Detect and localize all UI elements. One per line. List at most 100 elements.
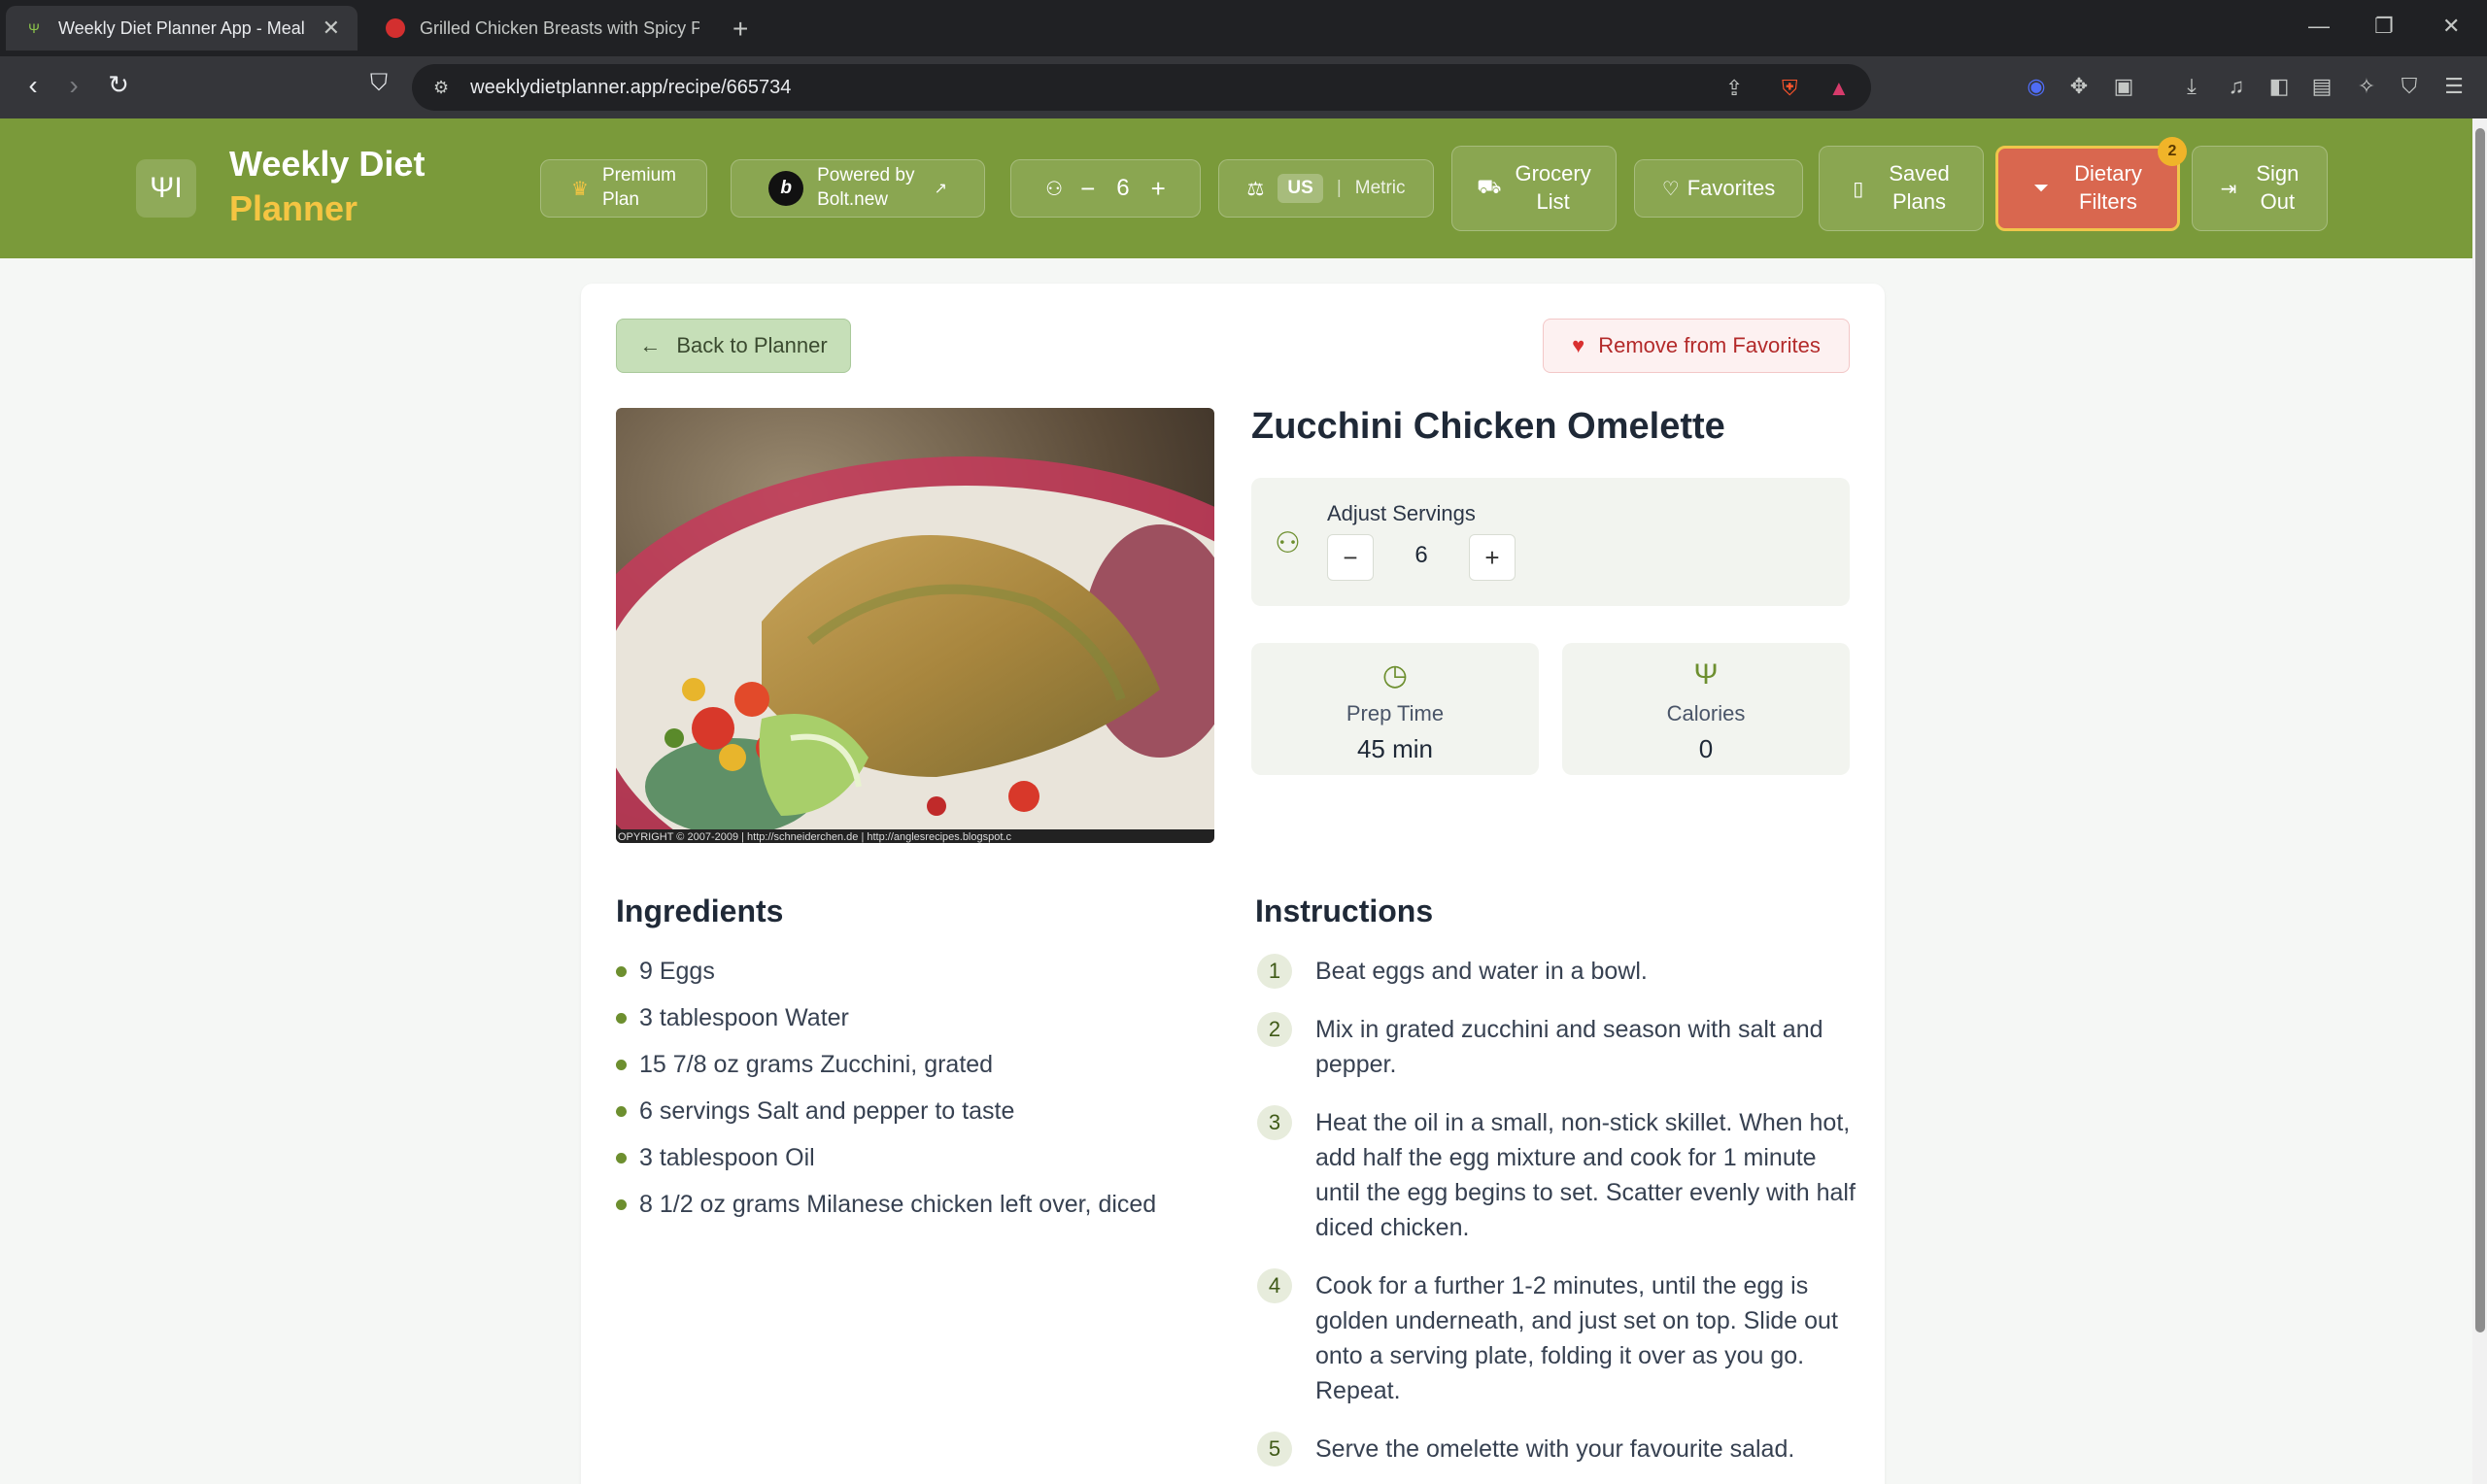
site-info-icon[interactable]: ⚙ [433, 78, 449, 98]
utensils-icon: Ψ [1693, 658, 1719, 691]
forward-icon[interactable]: › [56, 70, 91, 101]
app-header: ΨΙ Weekly Diet Planner ♛ Premium Plan b P… [0, 118, 2472, 258]
instruction-step: 1 Beat eggs and water in a bowl. [1257, 954, 1856, 989]
dietary-filters-button[interactable]: ⏷ Dietary Filters 2 [1995, 137, 2187, 231]
recipe-title: Zucchini Chicken Omelette [1251, 406, 1725, 447]
step-text: Cook for a further 1-2 minutes, until th… [1315, 1272, 1838, 1404]
increase-servings-button[interactable]: + [1469, 534, 1516, 581]
people-icon: ⚇ [1275, 527, 1301, 559]
extension-circle-icon[interactable]: ◉ [2023, 74, 2050, 101]
favorites-label: Favorites [1686, 176, 1776, 200]
step-number: 1 [1257, 954, 1292, 989]
calories-label: Calories [1666, 701, 1746, 725]
utensils-logo-icon[interactable]: ΨΙ [136, 159, 196, 218]
dietary-filters-count-badge: 2 [2158, 137, 2187, 166]
dietary-label: Dietary [2074, 161, 2142, 186]
reload-icon[interactable]: ↻ [101, 70, 136, 100]
ingredients-heading: Ingredients [616, 894, 784, 928]
planner-favicon-icon: Ψ [28, 20, 40, 36]
powered-by-label: Powered by [817, 165, 915, 186]
remove-from-favorites-button[interactable]: ♥ Remove from Favorites [1543, 319, 1850, 373]
unit-us-button[interactable]: US [1278, 174, 1323, 203]
tab-title: Grilled Chicken Breasts with Spicy Pe [420, 17, 699, 38]
url-text: weeklydietplanner.app/recipe/665734 [470, 76, 792, 98]
restore-icon[interactable]: ❐ [2374, 14, 2394, 39]
back-to-planner-button[interactable]: ← Back to Planner [616, 319, 851, 373]
media-icon[interactable]: ♫ [2223, 74, 2250, 101]
wallet-icon[interactable]: ▤ [2308, 74, 2335, 101]
filter-icon: ⏷ [2033, 177, 2050, 199]
servings-value: 6 [1414, 542, 1428, 568]
recipe-photo: OPYRIGHT © 2007-2009 | http://schneiderc… [616, 408, 1214, 843]
reader-mode-icon[interactable]: ▣ [2110, 74, 2137, 101]
address-bar[interactable]: ⚙ weeklydietplanner.app/recipe/665734 [412, 64, 1871, 111]
back-icon[interactable]: ‹ [16, 70, 51, 101]
bolt-logo-icon: b [768, 171, 804, 206]
window-close-icon[interactable]: ✕ [2442, 14, 2460, 39]
header-servings-stepper: ⚇ − 6 + [1010, 159, 1201, 218]
bolt-label: Bolt.new [817, 189, 888, 210]
grocery-label: Grocery [1515, 161, 1591, 186]
step-number: 5 [1257, 1432, 1292, 1467]
step-text: Heat the oil in a small, non-stick skill… [1315, 1109, 1856, 1241]
close-tab-icon[interactable]: ✕ [323, 16, 340, 41]
heart-filled-icon: ♥ [1572, 333, 1585, 357]
tab-weekly-diet-planner[interactable]: Ψ Weekly Diet Planner App - Meal ✕ [6, 6, 358, 51]
sidebar-icon[interactable]: ◧ [2266, 74, 2293, 101]
heart-outline-icon: ♡ [1661, 178, 1680, 200]
adjust-servings-label: Adjust Servings [1327, 501, 1476, 525]
filters-label: Filters [2079, 189, 2137, 214]
download-icon[interactable]: ⤓ [2178, 74, 2205, 101]
sign-out-button[interactable]: ⇥ Sign Out [2192, 146, 2328, 231]
list-item: 8 1/2 oz grams Milanese chicken left ove… [616, 1189, 1156, 1235]
arrow-left-icon: ← [639, 333, 662, 357]
brave-rewards-icon[interactable]: ▲ [1828, 76, 1850, 101]
ingredients-list: 9 Eggs 3 tablespoon Water 15 7/8 oz gram… [616, 956, 1156, 1235]
prep-time-label: Prep Time [1346, 701, 1445, 725]
clock-icon: ◷ [1381, 659, 1409, 691]
sign-label: Sign [2256, 161, 2300, 186]
tab-grilled-chicken[interactable]: Grilled Chicken Breasts with Spicy Pe [367, 6, 717, 51]
people-icon: ⚇ [1045, 178, 1064, 200]
page-scrollbar-thumb[interactable] [2475, 128, 2485, 1332]
powered-by-bolt-link[interactable]: b Powered by Bolt.new ↗ [731, 159, 985, 218]
instructions-heading: Instructions [1255, 894, 1434, 928]
premium-label: Premium [601, 165, 676, 186]
menu-icon[interactable]: ☰ [2440, 74, 2468, 101]
remove-label: Remove from Favorites [1598, 333, 1821, 357]
vpn-icon[interactable]: ⛉ [2396, 74, 2423, 101]
minimize-icon[interactable]: — [2308, 14, 2330, 39]
header-decrease-button[interactable]: − [1080, 174, 1095, 204]
bookmark-icon[interactable]: ⛉ [361, 70, 396, 97]
crown-icon: ♛ [571, 178, 589, 200]
new-tab-icon[interactable]: + [732, 14, 748, 45]
saved-plans-button[interactable]: ▯ Saved Plans [1819, 146, 1984, 231]
share-icon[interactable]: ⇪ [1725, 76, 1743, 101]
list-item: 3 tablespoon Water [616, 1002, 1156, 1049]
leo-ai-icon[interactable]: ✧ [2353, 74, 2380, 101]
brand-title-line2: Planner [229, 188, 358, 228]
favorites-button[interactable]: ♡ Favorites [1634, 159, 1803, 218]
list-item: 15 7/8 oz grams Zucchini, grated [616, 1049, 1156, 1096]
step-text: Beat eggs and water in a bowl. [1315, 958, 1648, 985]
plan-label: Plan [601, 189, 639, 210]
header-servings-value: 6 [1116, 175, 1130, 201]
brave-shield-icon[interactable]: ⛨ [1782, 76, 1798, 101]
external-link-icon: ↗ [934, 181, 947, 197]
tab-title: Weekly Diet Planner App - Meal [58, 17, 305, 38]
extensions-puzzle-icon[interactable]: ✥ [2065, 74, 2093, 101]
step-number: 2 [1257, 1012, 1292, 1047]
browser-tab-bar: Ψ Weekly Diet Planner App - Meal ✕ Grill… [0, 0, 2487, 56]
header-increase-button[interactable]: + [1151, 174, 1166, 204]
back-label: Back to Planner [676, 333, 828, 357]
step-text: Mix in grated zucchini and season with s… [1315, 1016, 1823, 1078]
instruction-step: 5 Serve the omelette with your favourite … [1257, 1432, 1856, 1467]
browser-toolbar: ‹ › ↻ ⛉ ⚙ weeklydietplanner.app/recipe/6… [0, 56, 2487, 118]
premium-plan-button[interactable]: ♛ Premium Plan [540, 159, 707, 218]
brand-title-line1: Weekly Diet [229, 144, 426, 184]
unit-metric-button[interactable]: Metric [1355, 178, 1406, 199]
decrease-servings-button[interactable]: − [1327, 534, 1374, 581]
prep-time-card: ◷ Prep Time 45 min [1251, 643, 1539, 775]
grocery-list-button[interactable]: ⛟ Grocery List [1451, 146, 1617, 231]
instruction-step: 3 Heat the oil in a small, non-stick skil… [1257, 1105, 1856, 1245]
